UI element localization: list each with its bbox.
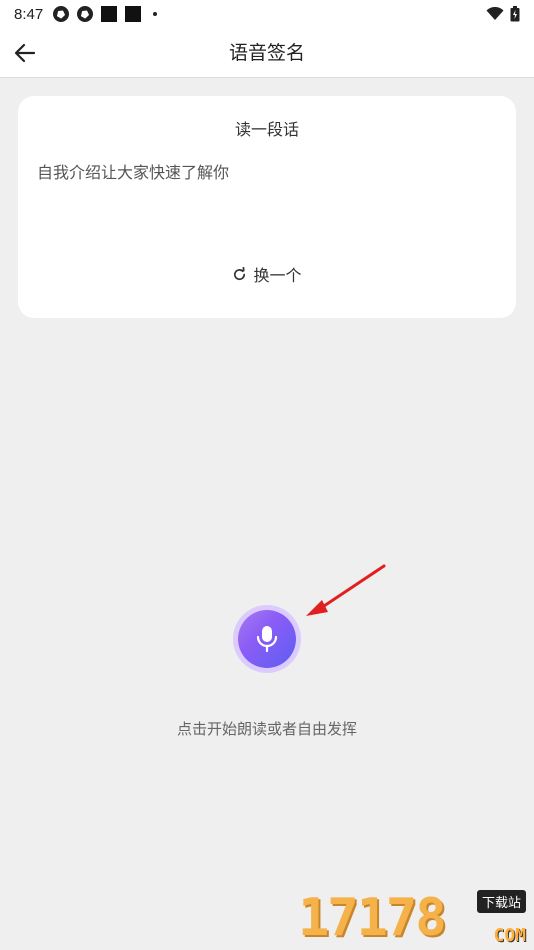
change-prompt-button[interactable]: 换一个 bbox=[18, 262, 516, 286]
change-prompt-label: 换一个 bbox=[253, 266, 302, 285]
prompt-text: 自我介绍让大家快速了解你 bbox=[37, 163, 230, 182]
back-button[interactable] bbox=[10, 38, 40, 68]
dot-icon bbox=[153, 12, 158, 16]
status-bar: 8:47 bbox=[0, 0, 534, 28]
status-time: 8:47 bbox=[14, 5, 44, 23]
record-hint-text: 点击开始朗读或者自由发挥 bbox=[176, 720, 357, 738]
watermark-number: 17178 bbox=[298, 888, 447, 948]
watermark-logo: 17178 下载站 COM bbox=[298, 888, 528, 948]
arrow-left-icon bbox=[14, 43, 36, 63]
card-title: 读一段话 bbox=[234, 120, 299, 139]
aperture-icon bbox=[53, 6, 70, 22]
app-header: 语音签名 bbox=[0, 28, 534, 78]
microphone-icon bbox=[256, 626, 278, 653]
annotation-arrow-icon bbox=[306, 564, 386, 616]
prompt-card: 读一段话 自我介绍让大家快速了解你 换一个 bbox=[18, 96, 516, 318]
square-icon bbox=[125, 6, 142, 22]
record-mic-button[interactable] bbox=[238, 610, 296, 668]
watermark-domain: COM bbox=[493, 925, 526, 946]
watermark-badge: 下载站 bbox=[476, 890, 526, 913]
aperture-icon bbox=[77, 6, 94, 22]
refresh-icon bbox=[234, 266, 246, 280]
square-icon bbox=[101, 6, 118, 22]
status-right-icons bbox=[486, 6, 520, 22]
battery-icon bbox=[510, 6, 520, 22]
wifi-icon bbox=[486, 7, 504, 20]
page-title: 语音签名 bbox=[228, 42, 305, 64]
